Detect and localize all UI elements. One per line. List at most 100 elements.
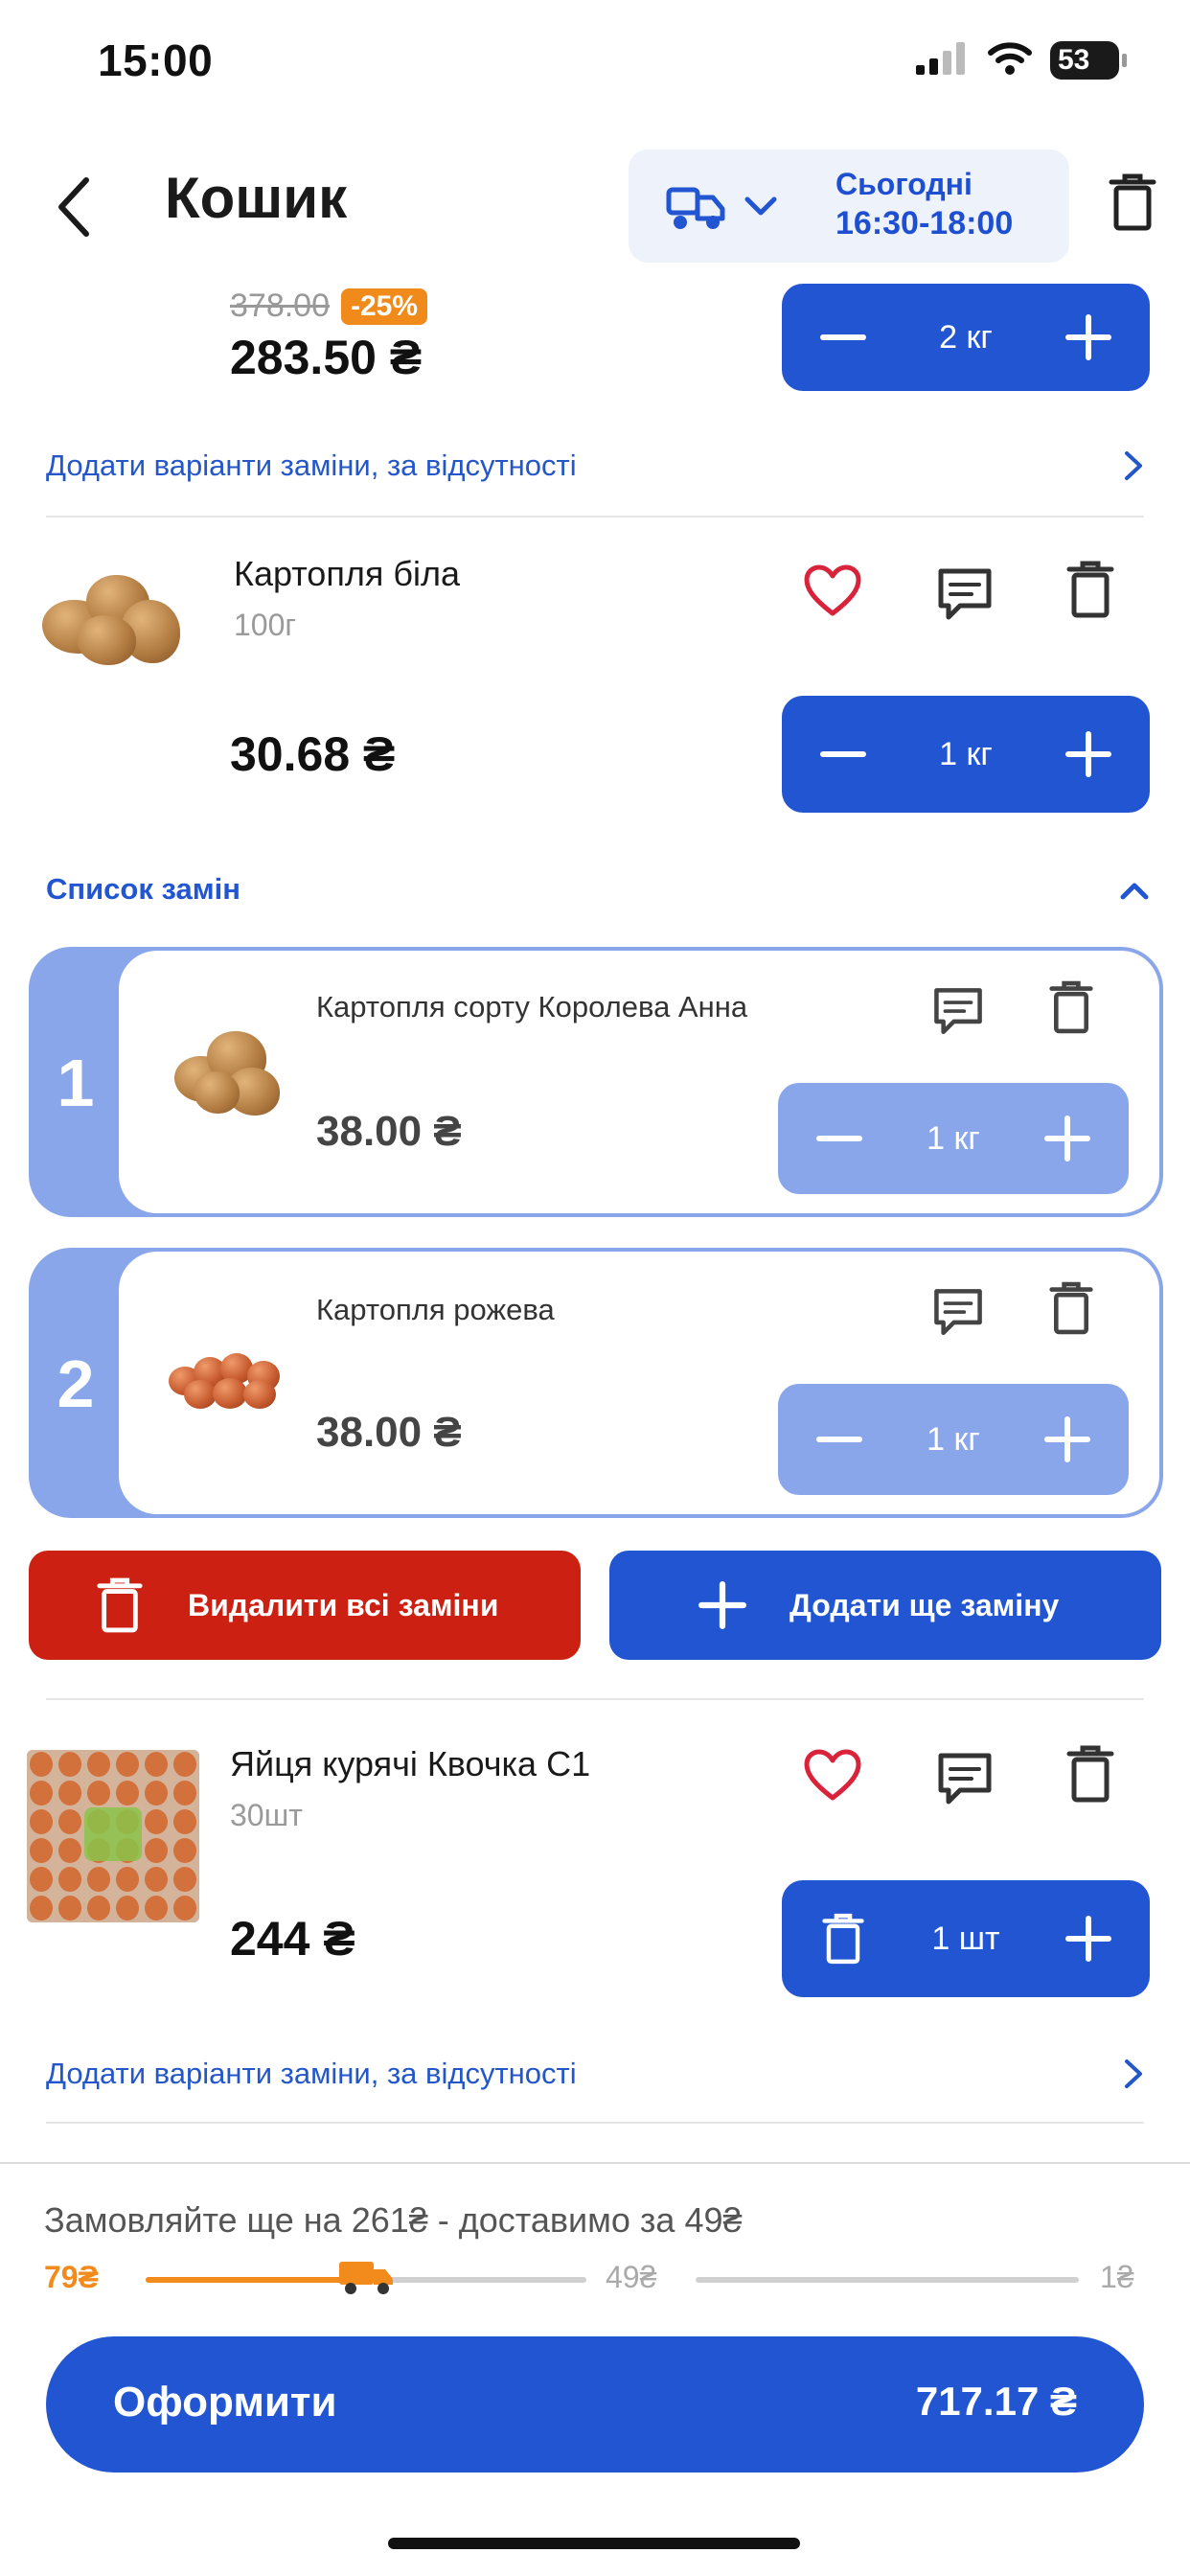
substitutes-title: Список замін — [46, 872, 240, 906]
minus-icon — [816, 1136, 862, 1141]
delivery-day: Сьогодні — [835, 167, 973, 201]
heart-icon — [804, 564, 861, 616]
product-weight: 100г — [234, 608, 297, 642]
page-title: Кошик — [165, 166, 348, 230]
delete-all-label: Видалити всі заміни — [188, 1587, 499, 1622]
top-item-qty-stepper: 2 кг — [782, 284, 1150, 391]
minus-button[interactable] — [812, 1413, 866, 1466]
top-item-price: 283.50 ₴ — [230, 331, 423, 384]
status-icons: 53 — [916, 38, 1127, 82]
remove-substitute-button[interactable] — [1048, 979, 1094, 1040]
delete-all-substitutes-button[interactable]: Видалити всі заміни — [29, 1551, 581, 1660]
substitute-price: 38.00 ₴ — [316, 1409, 462, 1456]
add-replacement-label: Додати варіанти заміни, за відсутності — [46, 2057, 577, 2090]
delivery-truck-icon — [663, 182, 730, 237]
top-item-old-price-row: 378.00 -25% — [230, 288, 428, 325]
delivery-icons — [663, 182, 778, 237]
trash-icon — [1109, 173, 1156, 231]
potato-qty-stepper: 1 кг — [782, 696, 1150, 813]
trash-icon — [1066, 1745, 1114, 1803]
substitute-card-body: Картопля рожева 38.00 ₴ 1 кг — [119, 1252, 1159, 1514]
old-price: 378.00 — [230, 288, 330, 324]
plus-button[interactable] — [1062, 727, 1115, 781]
chevron-up-icon — [1120, 883, 1149, 900]
chevron-right-icon — [1125, 2059, 1142, 2088]
eggs-qty-stepper: 1 шт — [782, 1880, 1150, 1997]
substitute-number: 2 — [57, 1346, 95, 1421]
substitute-card: 2 Картопля рожева 38.00 ₴ 1 кг — [29, 1248, 1163, 1518]
qty-value: 1 шт — [931, 1920, 1000, 1957]
remove-item-button[interactable] — [1065, 560, 1115, 624]
qty-value: 2 кг — [939, 318, 993, 356]
remove-substitute-button[interactable] — [1048, 1280, 1094, 1341]
plus-button[interactable] — [1041, 1413, 1094, 1466]
qty-value: 1 кг — [927, 1119, 980, 1157]
add-replacement-link[interactable]: Додати варіанти заміни, за відсутності — [46, 448, 1144, 483]
plus-button[interactable] — [1062, 310, 1115, 364]
qty-value: 1 кг — [927, 1420, 980, 1458]
substitute-number: 1 — [57, 1046, 95, 1120]
progress-end: 1₴ — [1100, 2260, 1134, 2294]
comment-icon — [934, 988, 982, 1035]
product-image-pink-potato[interactable] — [165, 1328, 299, 1424]
checkout-label: Оформити — [113, 2379, 337, 2426]
add-substitute-label: Додати ще заміну — [790, 1587, 1060, 1622]
trash-icon — [1066, 561, 1114, 618]
minus-icon — [820, 751, 866, 757]
comment-button[interactable] — [935, 565, 995, 630]
plus-icon — [1065, 1916, 1111, 1962]
home-indicator — [388, 2538, 800, 2549]
comment-button[interactable] — [935, 1750, 995, 1814]
delivery-slot-selector[interactable]: Сьогодні 16:30-18:00 — [629, 150, 1069, 263]
checkout-total: 717.17 ₴ — [915, 2379, 1077, 2424]
plus-icon — [698, 1581, 746, 1629]
comment-icon — [938, 568, 992, 620]
trash-icon — [1049, 980, 1093, 1034]
remove-item-button[interactable] — [1065, 1744, 1115, 1808]
clear-cart-button[interactable] — [1108, 172, 1157, 237]
divider — [46, 2122, 1144, 2124]
product-image-potato[interactable] — [38, 562, 192, 677]
product-price: 30.68 ₴ — [230, 727, 396, 781]
minus-button[interactable] — [816, 727, 870, 781]
product-weight: 30шт — [230, 1798, 303, 1832]
favorite-button[interactable] — [803, 1748, 862, 1806]
minus-button[interactable] — [812, 1112, 866, 1165]
collapse-substitutes-button[interactable] — [1119, 880, 1150, 906]
plus-icon — [1043, 1416, 1090, 1462]
substitute-card-body: Картопля сорту Королева Анна 38.00 ₴ 1 к… — [119, 951, 1159, 1213]
favorite-button[interactable] — [803, 564, 862, 622]
chevron-down-icon — [744, 196, 778, 223]
minus-button[interactable] — [816, 310, 870, 364]
comment-button[interactable] — [931, 1286, 985, 1345]
footer-divider — [0, 2162, 1190, 2164]
product-name[interactable]: Картопля біла — [234, 554, 460, 594]
plus-button[interactable] — [1062, 1912, 1115, 1966]
progress-fill — [146, 2277, 366, 2283]
product-image-potato-queen-anna[interactable] — [165, 1014, 299, 1129]
comment-icon — [934, 1289, 982, 1336]
wifi-icon — [987, 41, 1033, 80]
signal-icon — [916, 41, 970, 80]
substitute-qty-stepper: 1 кг — [778, 1083, 1129, 1194]
delivery-progress: 79₴ 49₴ 1₴ — [44, 2258, 1146, 2300]
battery-icon: 53 — [1050, 41, 1127, 80]
status-time: 15:00 — [98, 35, 214, 85]
add-replacement-link[interactable]: Додати варіанти заміни, за відсутності — [46, 2057, 1144, 2091]
progress-mid: 49₴ — [606, 2260, 657, 2294]
plus-button[interactable] — [1041, 1112, 1094, 1165]
comment-button[interactable] — [931, 985, 985, 1044]
checkout-button[interactable]: Оформити 717.17 ₴ — [46, 2336, 1144, 2472]
chevron-right-icon — [1125, 451, 1142, 480]
add-replacement-label: Додати варіанти заміни, за відсутності — [46, 448, 577, 482]
minus-icon — [816, 1437, 862, 1442]
back-button[interactable] — [54, 169, 111, 245]
product-name[interactable]: Яйця курячі Квочка С1 — [230, 1744, 590, 1784]
add-substitute-button[interactable]: Додати ще заміну — [609, 1551, 1161, 1660]
product-image-eggs[interactable] — [27, 1750, 199, 1922]
remove-from-cart-button[interactable] — [816, 1912, 870, 1966]
substitute-name[interactable]: Картопля рожева — [316, 1292, 776, 1328]
substitute-name[interactable]: Картопля сорту Королева Анна — [316, 989, 776, 1025]
substitute-qty-stepper: 1 кг — [778, 1384, 1129, 1495]
progress-current: 79₴ — [44, 2260, 99, 2294]
